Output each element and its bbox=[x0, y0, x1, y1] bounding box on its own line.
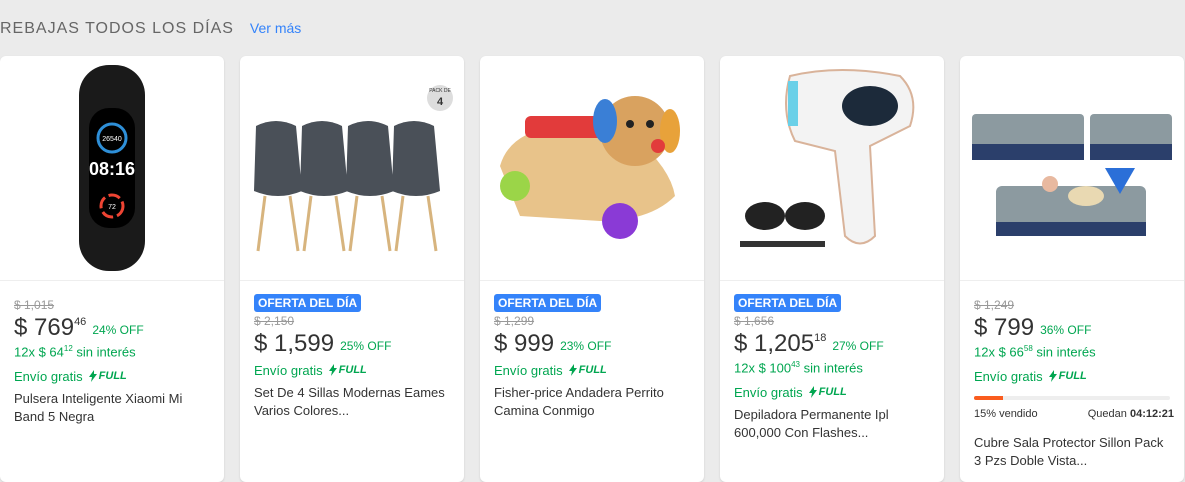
discount: 36% OFF bbox=[1040, 323, 1092, 337]
price: $ 999 bbox=[494, 330, 555, 357]
free-shipping: Envío gratis FULL bbox=[254, 362, 367, 378]
smart-band-image[interactable]: 26540 08:16 72 bbox=[0, 56, 224, 280]
price: $ 769 bbox=[14, 314, 75, 341]
product-card[interactable]: OFERTA DEL DÍA $ 1,656 $ 1,205 18 27% OF… bbox=[720, 56, 944, 482]
discount: 23% OFF bbox=[560, 339, 612, 353]
installments: 12x $ 6412 sin interés bbox=[14, 344, 136, 360]
chairs-image[interactable]: PACK DE 4 bbox=[240, 56, 464, 280]
product-name[interactable]: Fisher-price Andadera Perrito Camina Con… bbox=[494, 384, 694, 420]
product-card[interactable]: OFERTA DEL DÍA $ 1,299 $ 999 23% OFF Env… bbox=[480, 56, 704, 482]
full-badge: FULL bbox=[88, 370, 127, 382]
old-price: $ 1,656 bbox=[734, 314, 775, 328]
old-price: $ 1,299 bbox=[494, 314, 535, 328]
sold-percentage: 15% vendido bbox=[974, 408, 1038, 420]
deal-of-day-badge: OFERTA DEL DÍA bbox=[254, 294, 362, 312]
sofa-cover-image[interactable] bbox=[960, 56, 1184, 280]
product-card[interactable]: 26540 08:16 72 $ 1,015 $ 769 46 24% OFF … bbox=[0, 56, 224, 482]
old-price: $ 1,249 bbox=[974, 298, 1015, 312]
price: $ 1,205 bbox=[734, 330, 815, 357]
card-divider bbox=[0, 280, 224, 281]
section-header: REBAJAS TODOS LOS DÍAS Ver más bbox=[0, 20, 301, 44]
price: $ 1,599 bbox=[254, 330, 335, 357]
ipl-device-image[interactable] bbox=[720, 56, 944, 280]
toy-walker-image[interactable] bbox=[480, 56, 704, 280]
pack-number: 4 bbox=[437, 96, 444, 108]
free-shipping: Envío gratis FULL bbox=[974, 368, 1087, 384]
card-divider bbox=[480, 280, 704, 281]
svg-text:72: 72 bbox=[108, 204, 116, 211]
countdown-timer: Quedan 04:12:21 bbox=[1087, 408, 1174, 420]
card-divider bbox=[960, 280, 1184, 281]
product-name[interactable]: Pulsera Inteligente Xiaomi Mi Band 5 Neg… bbox=[14, 390, 214, 426]
discount: 25% OFF bbox=[340, 339, 392, 353]
product-name[interactable]: Cubre Sala Protector Sillon Pack 3 Pzs D… bbox=[974, 434, 1174, 470]
svg-text:08:16: 08:16 bbox=[89, 159, 135, 179]
card-divider bbox=[240, 280, 464, 281]
product-card[interactable]: PACK DE 4 OFERTA DEL DÍA $ 2,150 $ 1,599… bbox=[240, 56, 464, 482]
sold-progress-bar bbox=[974, 396, 1170, 400]
product-name[interactable]: Depiladora Permanente Ipl 600,000 Con Fl… bbox=[734, 406, 934, 442]
svg-text:26540: 26540 bbox=[102, 136, 122, 143]
free-shipping: Envío gratis FULL bbox=[14, 368, 127, 384]
old-price: $ 1,015 bbox=[14, 298, 55, 312]
deal-of-day-badge: OFERTA DEL DÍA bbox=[734, 294, 842, 312]
lightning-icon bbox=[808, 386, 817, 398]
lightning-icon bbox=[1048, 370, 1057, 382]
lightning-icon bbox=[568, 364, 577, 376]
installments: 12x $ 6658 sin interés bbox=[974, 344, 1096, 360]
section-title: REBAJAS TODOS LOS DÍAS bbox=[0, 20, 234, 37]
installments: 12x $ 10043 sin interés bbox=[734, 360, 863, 376]
full-badge: FULL bbox=[808, 386, 847, 398]
full-badge: FULL bbox=[328, 364, 367, 376]
deal-of-day-badge: OFERTA DEL DÍA bbox=[494, 294, 602, 312]
free-shipping: Envío gratis FULL bbox=[494, 362, 607, 378]
free-shipping: Envío gratis FULL bbox=[734, 384, 847, 400]
price-cents: 18 bbox=[814, 332, 827, 344]
pack-label: PACK DE bbox=[429, 88, 451, 94]
full-badge: FULL bbox=[1048, 370, 1087, 382]
lightning-icon bbox=[88, 370, 97, 382]
price-cents: 46 bbox=[74, 316, 87, 328]
see-more-link[interactable]: Ver más bbox=[250, 20, 301, 36]
price: $ 799 bbox=[974, 314, 1035, 341]
old-price: $ 2,150 bbox=[254, 314, 295, 328]
product-name[interactable]: Set De 4 Sillas Modernas Eames Varios Co… bbox=[254, 384, 454, 420]
full-badge: FULL bbox=[568, 364, 607, 376]
discount: 27% OFF bbox=[832, 339, 884, 353]
lightning-icon bbox=[328, 364, 337, 376]
discount: 24% OFF bbox=[92, 323, 144, 337]
product-card[interactable]: $ 1,249 $ 799 36% OFF 12x $ 6658 sin int… bbox=[960, 56, 1184, 482]
card-divider bbox=[720, 280, 944, 281]
sold-progress-fill bbox=[974, 396, 1004, 400]
